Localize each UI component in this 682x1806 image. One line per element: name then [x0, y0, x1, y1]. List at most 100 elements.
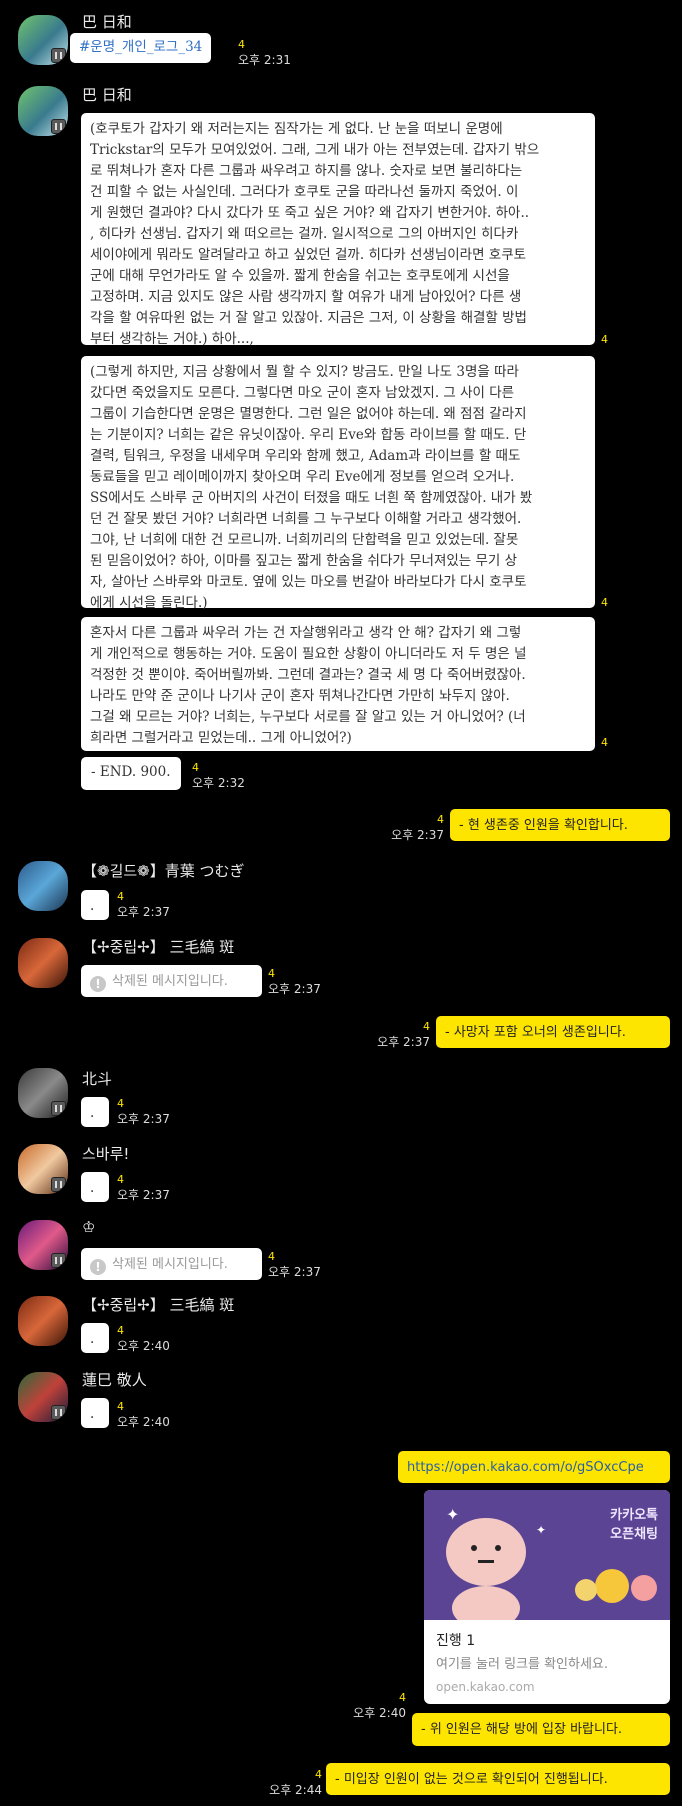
message-meta: 4 오후 2:37 — [268, 967, 321, 997]
timestamp: 오후 2:40 — [117, 1339, 170, 1353]
warning-icon: ! — [90, 976, 106, 992]
sender-name: 巴 日和 — [82, 86, 132, 104]
sender-name: 巴 日和 — [82, 13, 132, 31]
timestamp: 오후 2:37 — [391, 828, 444, 842]
sender-name: 스바루! — [82, 1145, 130, 1163]
unread-count: 4 — [268, 967, 275, 980]
svg-text:✦: ✦ — [536, 1523, 546, 1537]
timestamp: 오후 2:40 — [117, 1415, 170, 1429]
unread-count: 4 — [117, 890, 124, 903]
log-line: 나라도 만약 준 군이나 나기사 군이 혼자 뛰쳐나간다면 가만히 놔두지 않아… — [90, 688, 510, 704]
unread-count: 4 — [399, 1691, 406, 1704]
sender-name: 【✢중립✢】 三毛縞 斑 — [82, 938, 235, 956]
message-meta: 4 오후 2:40 — [346, 1691, 406, 1721]
message-meta: 4 오후 2:31 — [238, 38, 291, 68]
sender-name: 北斗 — [82, 1070, 113, 1088]
my-message-bubble[interactable]: - 현 생존중 인원을 확인합니다. — [450, 809, 670, 841]
hashtag-link[interactable]: #운명_개인_로그_34 — [70, 33, 212, 63]
log-line: 혼자서 다른 그룹과 싸우러 가는 건 자살행위라고 생각 안 해? 갑자기 왜… — [90, 625, 522, 641]
log-line: 군에 대해 무언가라도 알 수 있을까. 짧게 한숨을 쉬고는 호쿠토에게 시선… — [90, 268, 510, 284]
timestamp: 오후 2:37 — [268, 1265, 321, 1279]
avatar[interactable] — [18, 1144, 68, 1194]
log-line: 결력, 팀워크, 우정을 내세우며 우리와 함께 했고, Adam과 라이브를 … — [90, 448, 521, 464]
avatar[interactable] — [18, 1220, 68, 1270]
message-bubble[interactable]: . — [81, 1398, 109, 1428]
avatar[interactable] — [18, 861, 68, 911]
log-line: 동료들을 믿고 레이메이까지 찾아오며 우리 Eve에게 정보를 얻으려 오거나… — [90, 469, 515, 485]
log-line: 갔다면 죽었을지도 모른다. 그렇다면 마오 군이 혼자 남았겠지. 그 사이 … — [90, 385, 515, 401]
log-line: 로 뛰쳐나가 혼자 다른 그룹과 싸우려고 하지를 않나. 숫자로 보면 불리하… — [90, 163, 523, 179]
openchat-badge-line2: 오픈채팅 — [610, 1527, 658, 1542]
log-line: 그룹이 기습한다면 운명은 멸명한다. 그런 일은 없어야 하는데. 왜 점점 … — [90, 406, 527, 422]
chat-room: 巴 日和 #운명_개인_로그_34 4 오후 2:31 巴 日和 (호쿠토가 갑자… — [0, 0, 682, 1806]
timestamp: 오후 2:40 — [353, 1706, 406, 1720]
unread-count: 4 — [601, 736, 608, 749]
message-bubble-log-part-3[interactable]: 혼자서 다른 그룹과 싸우러 가는 건 자살행위라고 생각 안 해? 갑자기 왜… — [81, 617, 595, 751]
message-meta: 4 오후 2:37 — [117, 1173, 170, 1203]
timestamp: 오후 2:37 — [117, 905, 170, 919]
avatar[interactable] — [18, 1068, 68, 1118]
deleted-message-bubble[interactable]: ! 삭제된 메시지입니다. — [81, 965, 262, 997]
message-meta: 4 오후 2:40 — [117, 1324, 170, 1354]
sender-name: 蓮巳 敬人 — [82, 1371, 147, 1389]
profile-badge-icon — [51, 1101, 66, 1116]
timestamp: 오후 2:32 — [192, 776, 245, 790]
my-message-bubble[interactable]: - 사망자 포함 오너의 생존입니다. — [436, 1016, 670, 1048]
deleted-message-bubble[interactable]: ! 삭제된 메시지입니다. — [81, 1248, 262, 1280]
avatar[interactable] — [18, 86, 68, 136]
avatar[interactable] — [18, 938, 68, 988]
avatar[interactable] — [18, 15, 68, 65]
log-line: 던 건 잘못 봤던 거야? 너희라면 너희를 그 누구보다 이해할 거라고 생각… — [90, 511, 522, 527]
message-bubble[interactable]: . — [81, 1097, 109, 1127]
deleted-message-text: 삭제된 메시지입니다. — [112, 974, 228, 989]
card-domain: open.kakao.com — [436, 1680, 535, 1694]
log-line: 자, 살아난 스바루와 마코토. 옆에 있는 마오를 번갈아 바라보다가 다시 … — [90, 574, 527, 590]
log-line: , 히다카 선생님. 갑자기 왜 떠오르는 걸까. 일시적으로 그의 아버지인 … — [90, 226, 519, 242]
log-line: 게 원했던 결과야? 다시 갔다가 또 죽고 싶은 거야? 왜 갑자기 변한거야… — [90, 205, 530, 221]
message-bubble-log-part-2[interactable]: (그렇게 하지만, 지금 상황에서 뭘 할 수 있지? 방금도. 만일 나도 3… — [81, 356, 595, 611]
unread-count: 4 — [117, 1173, 124, 1186]
message-meta: 4 오후 2:37 — [117, 1097, 170, 1127]
unread-count: 4 — [192, 761, 199, 774]
log-line: (그렇게 하지만, 지금 상황에서 뭘 할 수 있지? 방금도. 만일 나도 3… — [90, 364, 519, 380]
log-line: 걱정한 것 뿐이야. 죽어버릴까봐. 그런데 결과는? 결국 세 명 다 죽어버… — [90, 667, 526, 683]
link-message-bubble[interactable]: https://open.kakao.com/o/gSOxcCpe — [398, 1451, 670, 1483]
deleted-message-text: 삭제된 메시지입니다. — [112, 1257, 228, 1272]
message-bubble[interactable]: . — [81, 1172, 109, 1202]
unread-count: 4 — [601, 333, 608, 346]
sender-name: 【✢중립✢】 三毛縞 斑 — [82, 1296, 235, 1314]
timestamp: 오후 2:37 — [377, 1035, 430, 1049]
log-line: (호쿠토가 갑자기 왜 저러는지는 짐작가는 게 없다. 난 눈을 떠보니 운명… — [90, 121, 503, 137]
log-line: 게 개인적으로 행동하는 거야. 도움이 필요한 상황이 아니더라도 저 두 명… — [90, 646, 527, 662]
message-bubble[interactable]: . — [81, 1323, 109, 1353]
unread-count: 4 — [601, 596, 608, 609]
log-line: 된 믿음이었어? 하아, 이마를 짚고는 짧게 한숨을 쉬다가 무너져있는 무기… — [90, 553, 518, 569]
timestamp: 오후 2:37 — [117, 1188, 170, 1202]
unread-count: 4 — [117, 1400, 124, 1413]
openchat-link-card[interactable]: ✦ ✦ 카카오톡 오픈채팅 진행 1 여기를 눌러 링크를 확인하세요. open… — [424, 1490, 670, 1704]
profile-badge-icon — [51, 1177, 66, 1192]
message-meta: 4 오후 2:37 — [117, 890, 170, 920]
my-message-bubble[interactable]: - 위 인원은 해당 방에 입장 바랍니다. — [412, 1713, 670, 1746]
warning-icon: ! — [90, 1259, 106, 1275]
message-meta: 4 오후 2:37 — [370, 1020, 430, 1050]
log-line: 는 기분이지? 너희는 같은 유닛이잖아. 우리 Eve와 합동 라이브를 할 … — [90, 427, 527, 443]
avatar[interactable] — [18, 1372, 68, 1422]
message-bubble-log-part-1[interactable]: (호쿠토가 갑자기 왜 저러는지는 짐작가는 게 없다. 난 눈을 떠보니 운명… — [81, 113, 595, 347]
message-bubble-end[interactable]: - END. 900. — [81, 757, 181, 790]
log-line: 부터 생각하는 거야.) 하아..., — [90, 331, 254, 347]
message-bubble[interactable]: . — [81, 890, 109, 920]
sender-name: ♔ — [82, 1218, 96, 1236]
profile-badge-icon — [51, 1253, 66, 1268]
card-title: 진행 1 — [436, 1633, 476, 1649]
log-line: 세이야에게 뭐라도 알려달라고 하고 싶었던 걸까. 히다카 선생님이라면 호쿠… — [90, 247, 527, 263]
unread-count: 4 — [238, 38, 245, 51]
message-meta: 4 오후 2:32 — [192, 761, 245, 791]
timestamp: 오후 2:37 — [268, 982, 321, 996]
avatar[interactable] — [18, 1296, 68, 1346]
timestamp: 오후 2:44 — [269, 1783, 322, 1797]
unread-count: 4 — [437, 813, 444, 826]
log-line: 그야, 난 너희에 대한 건 모르니까. 너희끼리의 단합력을 믿고 있었는데.… — [90, 532, 519, 548]
my-message-bubble[interactable]: - 미입장 인원이 없는 것으로 확인되어 진행됩니다. — [326, 1763, 670, 1795]
log-line: SS에서도 스바루 군 아버지의 사건이 터졌을 때도 너흰 쭉 함께였잖아. … — [90, 490, 533, 506]
